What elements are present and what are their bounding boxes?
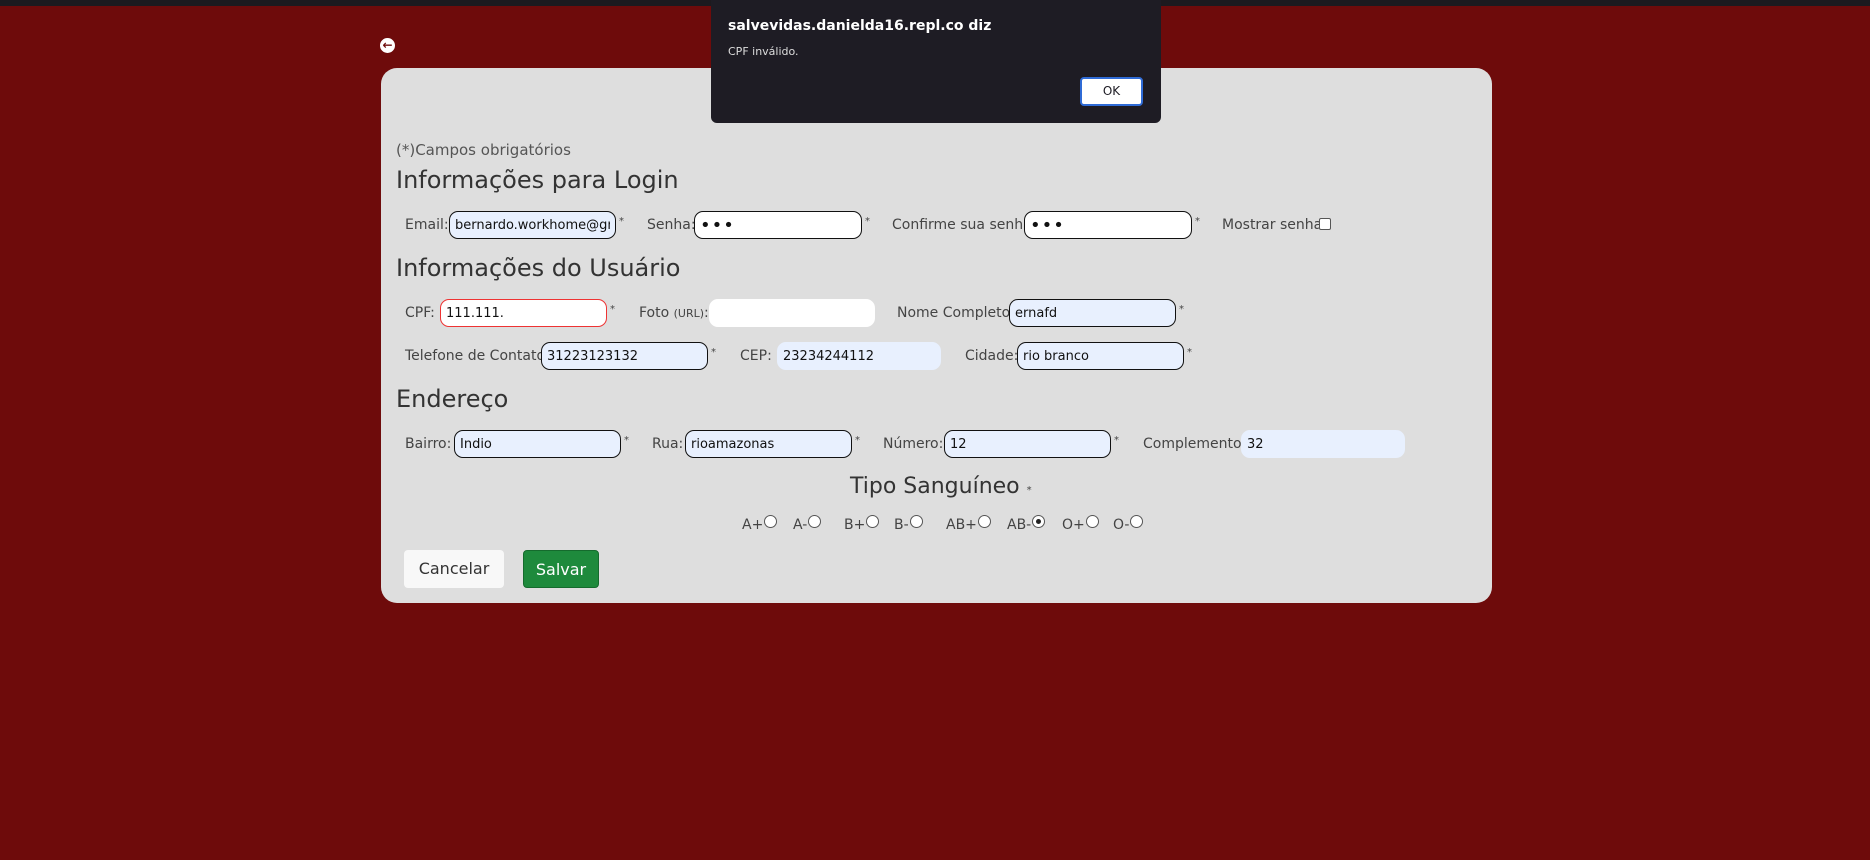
blood-type-option: A- — [793, 514, 822, 533]
address-section-heading: Endereço — [396, 385, 509, 413]
blood-type-radio[interactable] — [764, 515, 778, 528]
login-section-heading: Informações para Login — [396, 166, 679, 194]
phone-label: Telefone de Contato: — [405, 348, 550, 364]
blood-type-label: O- — [1113, 517, 1130, 533]
cpf-input[interactable] — [440, 299, 607, 327]
save-button[interactable]: Salvar — [523, 550, 599, 588]
number-label: Número: — [883, 436, 944, 452]
phone-input[interactable] — [541, 342, 708, 370]
district-label: Bairro: — [405, 436, 452, 452]
required-fields-note: (*)Campos obrigatórios — [396, 141, 571, 159]
fullname-input[interactable] — [1009, 299, 1176, 327]
blood-type-radio[interactable] — [1032, 515, 1046, 528]
blood-type-radio[interactable] — [909, 515, 923, 528]
blood-type-option: O- — [1113, 514, 1144, 533]
blood-type-label: A- — [793, 517, 808, 533]
blood-type-option: B- — [894, 514, 923, 533]
blood-type-option: AB- — [1007, 514, 1046, 533]
user-section-heading: Informações do Usuário — [396, 254, 681, 282]
street-label: Rua: — [652, 436, 684, 452]
required-mark: * — [855, 435, 860, 446]
blood-type-radio[interactable] — [1130, 515, 1144, 528]
required-mark: * — [1195, 216, 1200, 227]
required-mark: * — [1187, 347, 1192, 358]
blood-type-label: B+ — [844, 517, 866, 533]
show-password-checkbox[interactable] — [1319, 218, 1331, 230]
alert-dialog-title: salvevidas.danielda16.repl.co diz — [728, 18, 992, 34]
blood-type-radio[interactable] — [866, 515, 880, 528]
confirm-password-input[interactable] — [1024, 211, 1192, 239]
blood-type-label: O+ — [1062, 517, 1085, 533]
blood-type-option: O+ — [1062, 514, 1099, 533]
photo-url-input[interactable] — [709, 299, 875, 327]
password-label: Senha: — [647, 217, 696, 233]
blood-type-radio[interactable] — [808, 515, 822, 528]
cancel-button[interactable]: Cancelar — [404, 550, 504, 588]
alert-ok-button[interactable]: OK — [1080, 77, 1143, 106]
blood-type-option: B+ — [844, 514, 880, 533]
required-mark: * — [1114, 435, 1119, 446]
number-input[interactable] — [944, 430, 1111, 458]
blood-type-label: B- — [894, 517, 909, 533]
password-input[interactable] — [694, 211, 862, 239]
fullname-label: Nome Completo: — [897, 305, 1015, 321]
blood-type-radio[interactable] — [977, 515, 991, 528]
required-mark: * — [610, 304, 615, 315]
cep-label: CEP: — [740, 348, 772, 364]
required-mark: * — [865, 216, 870, 227]
blood-type-heading: Tipo Sanguíneo * — [850, 474, 1032, 499]
cep-input[interactable] — [777, 342, 941, 370]
complement-label: Complemento: — [1143, 436, 1247, 452]
show-password-label: Mostrar senha — [1222, 217, 1323, 233]
alert-dialog: salvevidas.danielda16.repl.co diz CPF in… — [711, 0, 1161, 123]
street-input[interactable] — [685, 430, 852, 458]
district-input[interactable] — [454, 430, 621, 458]
blood-type-option: AB+ — [946, 514, 991, 533]
blood-type-option: A+ — [742, 514, 778, 533]
email-input[interactable] — [449, 211, 616, 239]
photo-label: Foto (URL): — [639, 305, 709, 321]
blood-type-label: AB- — [1007, 517, 1032, 533]
alert-dialog-message: CPF inválido. — [728, 45, 799, 58]
city-input[interactable] — [1017, 342, 1184, 370]
required-mark: * — [624, 435, 629, 446]
registration-form-card: (*)Campos obrigatórios Informações para … — [381, 68, 1492, 603]
cpf-label: CPF: — [405, 305, 435, 321]
city-label: Cidade: — [965, 348, 1019, 364]
required-mark: * — [1179, 304, 1184, 315]
required-mark: * — [711, 347, 716, 358]
required-mark: * — [619, 216, 624, 227]
blood-type-radio[interactable] — [1085, 515, 1099, 528]
blood-type-label: AB+ — [946, 517, 977, 533]
complement-input[interactable] — [1241, 430, 1405, 458]
email-label: Email: — [405, 217, 449, 233]
confirm-password-label: Confirme sua senha: — [892, 217, 1037, 233]
blood-type-label: A+ — [742, 517, 764, 533]
back-arrow-icon[interactable]: ← — [380, 38, 395, 53]
